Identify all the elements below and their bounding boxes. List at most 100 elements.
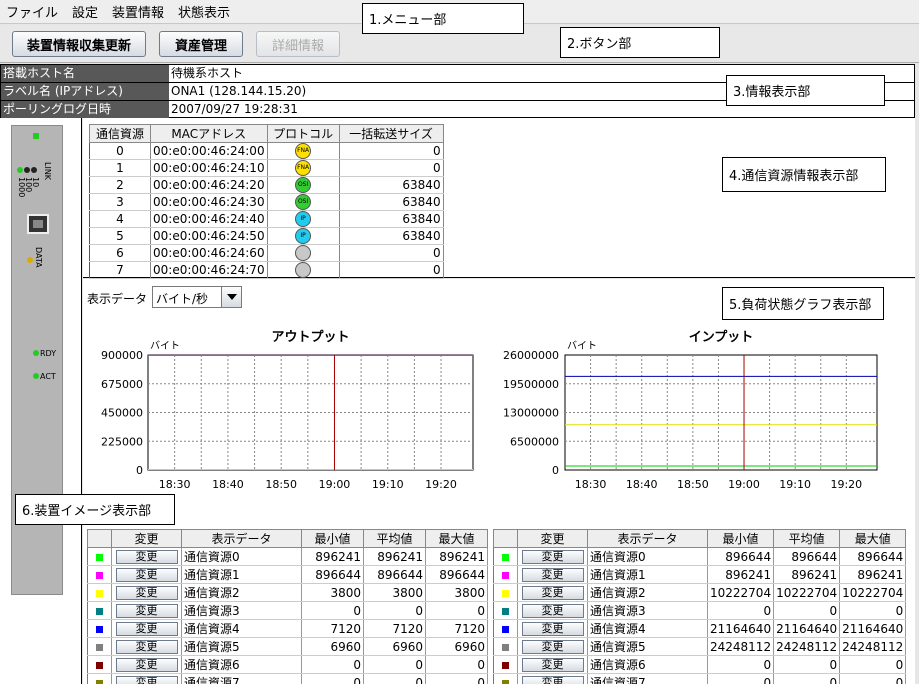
change-button[interactable]: 変更 bbox=[521, 604, 584, 618]
series-name: 通信資源1 bbox=[181, 565, 302, 584]
change-button[interactable]: 変更 bbox=[521, 676, 584, 684]
act-led-icon bbox=[33, 373, 39, 379]
menu-file[interactable]: ファイル bbox=[6, 2, 58, 21]
resource-row[interactable]: 5 00:e0:00:46:24:50 IP 63840 bbox=[89, 227, 444, 245]
change-cell: 変更 bbox=[517, 655, 588, 674]
y-axis-unit: バイト bbox=[567, 340, 597, 352]
y-tick-label: 0 bbox=[136, 464, 143, 477]
protocol-icon: IP bbox=[295, 211, 312, 227]
transfer-size: 63840 bbox=[339, 210, 444, 228]
min-value: 3800 bbox=[301, 583, 364, 602]
avg-value: 0 bbox=[363, 655, 426, 674]
x-tick-label: 19:10 bbox=[372, 478, 404, 491]
menu-device-info[interactable]: 装置情報 bbox=[112, 2, 164, 21]
change-button[interactable]: 変更 bbox=[115, 586, 178, 600]
series-color-cell bbox=[87, 673, 112, 684]
transfer-size: 0 bbox=[339, 261, 444, 279]
col-header: プロトコル bbox=[266, 124, 340, 143]
mac-address: 00:e0:00:46:24:30 bbox=[150, 193, 268, 211]
series-color-cell bbox=[87, 565, 112, 584]
change-cell: 変更 bbox=[517, 583, 588, 602]
resource-row[interactable]: 6 00:e0:00:46:24:60 0 bbox=[89, 244, 444, 262]
change-button[interactable]: 変更 bbox=[521, 640, 584, 654]
col-header: MACアドレス bbox=[150, 124, 268, 143]
change-button[interactable]: 変更 bbox=[115, 568, 178, 582]
info-label: ラベル名 (IPアドレス) bbox=[1, 83, 169, 100]
mac-address: 00:e0:00:46:24:40 bbox=[150, 210, 268, 228]
app-window: ファイル 設定 装置情報 状態表示 装置情報収集更新 資産管理 詳細情報 搭載ホ… bbox=[0, 0, 919, 684]
series-color-cell bbox=[87, 583, 112, 602]
col-color bbox=[493, 529, 518, 548]
change-button[interactable]: 変更 bbox=[115, 676, 178, 684]
x-tick-label: 18:40 bbox=[626, 478, 658, 491]
change-cell: 変更 bbox=[517, 565, 588, 584]
change-button[interactable]: 変更 bbox=[521, 568, 584, 582]
rdy-label: RDY bbox=[40, 349, 57, 358]
change-cell: 変更 bbox=[517, 619, 588, 638]
change-button[interactable]: 変更 bbox=[521, 586, 584, 600]
max-value: 7120 bbox=[425, 619, 488, 638]
col-color bbox=[87, 529, 112, 548]
x-tick-label: 18:30 bbox=[159, 478, 191, 491]
chevron-down-icon[interactable] bbox=[221, 287, 241, 307]
change-button[interactable]: 変更 bbox=[115, 622, 178, 636]
mac-address: 00:e0:00:46:24:50 bbox=[150, 227, 268, 245]
change-button[interactable]: 変更 bbox=[521, 658, 584, 672]
change-button[interactable]: 変更 bbox=[521, 550, 584, 564]
resource-id: 5 bbox=[89, 227, 151, 245]
change-button[interactable]: 変更 bbox=[115, 604, 178, 618]
max-value: 0 bbox=[425, 673, 488, 684]
protocol-icon bbox=[295, 262, 312, 278]
resource-row[interactable]: 7 00:e0:00:46:24:70 0 bbox=[89, 261, 444, 279]
y-tick-label: 675000 bbox=[101, 378, 143, 391]
stats-header: 変更 表示データ 最小値 平均値 最大値 bbox=[493, 529, 907, 548]
x-tick-label: 19:10 bbox=[779, 478, 811, 491]
min-value: 7120 bbox=[301, 619, 364, 638]
data-label: DATA bbox=[34, 247, 43, 268]
series-color-swatch bbox=[502, 571, 509, 579]
stats-row: 変更 通信資源1 896241 896241 896241 bbox=[493, 565, 907, 584]
transfer-size: 0 bbox=[339, 159, 444, 177]
col-header: 通信資源 bbox=[89, 124, 151, 143]
min-value: 896644 bbox=[301, 565, 364, 584]
display-data-value: バイト/秒 bbox=[156, 292, 209, 306]
series-color-swatch bbox=[96, 643, 103, 651]
series-color-swatch bbox=[502, 643, 509, 651]
change-button[interactable]: 変更 bbox=[521, 622, 584, 636]
x-tick-label: 18:50 bbox=[265, 478, 297, 491]
collect-update-button[interactable]: 装置情報収集更新 bbox=[12, 31, 146, 57]
change-cell: 変更 bbox=[517, 637, 588, 656]
resource-row[interactable]: 0 00:e0:00:46:24:00 FNA 0 bbox=[89, 142, 444, 160]
protocol-icon: OSI bbox=[295, 177, 312, 193]
series-color-swatch bbox=[96, 589, 103, 597]
display-data-select[interactable]: バイト/秒 bbox=[152, 286, 242, 308]
resource-row[interactable]: 2 00:e0:00:46:24:20 OSI 63840 bbox=[89, 176, 444, 194]
mac-address: 00:e0:00:46:24:10 bbox=[150, 159, 268, 177]
resource-row[interactable]: 4 00:e0:00:46:24:40 IP 63840 bbox=[89, 210, 444, 228]
change-cell: 変更 bbox=[111, 547, 182, 566]
transfer-size: 0 bbox=[339, 142, 444, 160]
series-color-cell bbox=[493, 619, 518, 638]
link-led-icon bbox=[24, 167, 30, 173]
protocol-icon: IP bbox=[295, 228, 312, 244]
change-cell: 変更 bbox=[111, 637, 182, 656]
detail-info-button[interactable]: 詳細情報 bbox=[256, 31, 340, 57]
resource-row[interactable]: 1 00:e0:00:46:24:10 FNA 0 bbox=[89, 159, 444, 177]
menu-status-display[interactable]: 状態表示 bbox=[178, 2, 230, 21]
max-value: 896241 bbox=[425, 547, 488, 566]
x-tick-label: 19:00 bbox=[319, 478, 351, 491]
y-tick-label: 26000000 bbox=[503, 349, 559, 362]
asset-management-button[interactable]: 資産管理 bbox=[159, 31, 243, 57]
callout-resource: 4.通信資源情報表示部 bbox=[722, 157, 886, 192]
stats-row: 変更 通信資源0 896644 896644 896644 bbox=[493, 547, 907, 566]
resource-row[interactable]: 3 00:e0:00:46:24:30 OSI 63840 bbox=[89, 193, 444, 211]
change-button[interactable]: 変更 bbox=[115, 658, 178, 672]
min-value: 0 bbox=[301, 673, 364, 684]
max-value: 0 bbox=[425, 655, 488, 674]
change-button[interactable]: 変更 bbox=[115, 550, 178, 564]
avg-value: 0 bbox=[773, 601, 841, 620]
series-color-cell bbox=[493, 637, 518, 656]
menu-settings[interactable]: 設定 bbox=[72, 2, 98, 21]
change-button[interactable]: 変更 bbox=[115, 640, 178, 654]
col-header: 最大値 bbox=[425, 529, 488, 548]
